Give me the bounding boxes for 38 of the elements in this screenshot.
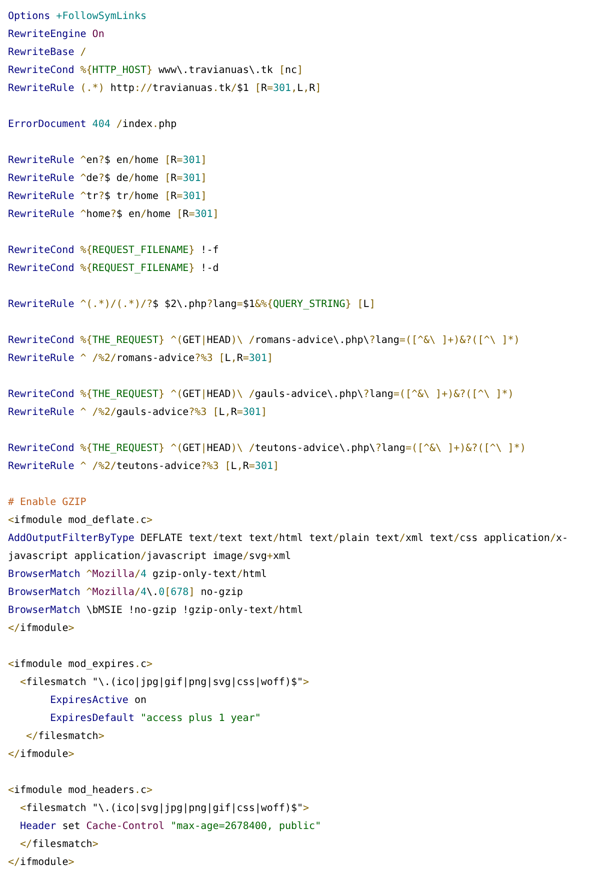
code-line: RewriteCond %{REQUEST_FILENAME} !-d [8,262,219,276]
code-line: RewriteCond %{REQUEST_FILENAME} !-f [8,244,219,258]
code-line: RewriteRule ^(.*)/(.*)/?$ $2\.php?lang=$1&%{QUERY_STRING} [L] [8,298,376,312]
code-line: ExpiresDefault "access plus 1 year" [49,712,261,726]
code-line: </ifmodule> [8,748,74,762]
code-line: ErrorDocument 404 /index.php [8,118,177,132]
code-line: RewriteRule ^ /%2/romans-advice?%3 [L,R=301] [8,352,273,366]
code-line: AddOutputFilterByType DEFLATE text/text text/html text/plain text/xml text/css application/x- [8,532,568,546]
code-line: ExpiresActive on [49,694,146,708]
code-line: Options +FollowSymLinks [8,10,146,24]
code-line: javascript application/javascript image/svg+xml [8,550,291,564]
code-line: RewriteEngine On [8,28,104,42]
code-line: RewriteCond %{HTTP_HOST} www\.travianuas\.tk [nc] [8,64,304,78]
code-line: RewriteRule (.*) http://travianuas.tk/$1 [R=301,L,R] [8,82,322,96]
code-line: </filesmatch> [25,730,104,744]
code-line: RewriteCond %{THE_REQUEST} ^(GET|HEAD)\ /teutons-advice\.php\?lang=([^&\ ]+)&?([^\ ]*) [8,442,526,456]
code-line: RewriteRule ^en?$ en/home [R=301] [8,154,207,168]
code-line: RewriteRule ^home?$ en/home [R=301] [8,208,219,222]
code-line: RewriteBase / [8,46,86,60]
code-line: BrowserMatch ^Mozilla/4\.0[678] no-gzip [8,586,243,600]
code-line: # Enable GZIP [8,496,86,510]
code-line: <ifmodule mod_expires.c> [8,658,153,672]
code-line: RewriteRule ^ /%2/gauls-advice?%3 [L,R=301] [8,406,267,420]
code-line: Header set Cache-Control "max-age=2678400, public" [19,820,322,834]
code-line: RewriteCond %{THE_REQUEST} ^(GET|HEAD)\ /romans-advice\.php\?lang=([^&\ ]+)&?([^\ ]*) [8,334,520,348]
code-line: BrowserMatch \bMSIE !no-gzip !gzip-only-text/html [8,604,304,618]
code-line: <filesmatch "\.(ico|svg|jpg|png|gif|css|woff)$"> [19,802,310,816]
code-line: <ifmodule mod_headers.c> [8,784,153,798]
code-line: </ifmodule> [8,856,74,870]
code-line: RewriteRule ^tr?$ tr/home [R=301] [8,190,207,204]
code-line: </ifmodule> [8,622,74,636]
code-line: <filesmatch "\.(ico|jpg|gif|png|svg|css|woff)$"> [19,676,310,690]
code-line: RewriteRule ^ /%2/teutons-advice?%3 [L,R=301] [8,460,280,474]
code-line: BrowserMatch ^Mozilla/4 gzip-only-text/html [8,568,267,582]
code-line: </filesmatch> [19,838,98,852]
code-line: <ifmodule mod_deflate.c> [8,514,153,528]
code-line: RewriteRule ^de?$ de/home [R=301] [8,172,207,186]
code-line: RewriteCond %{THE_REQUEST} ^(GET|HEAD)\ /gauls-advice\.php\?lang=([^&\ ]+)&?([^\ ]*) [8,388,514,402]
